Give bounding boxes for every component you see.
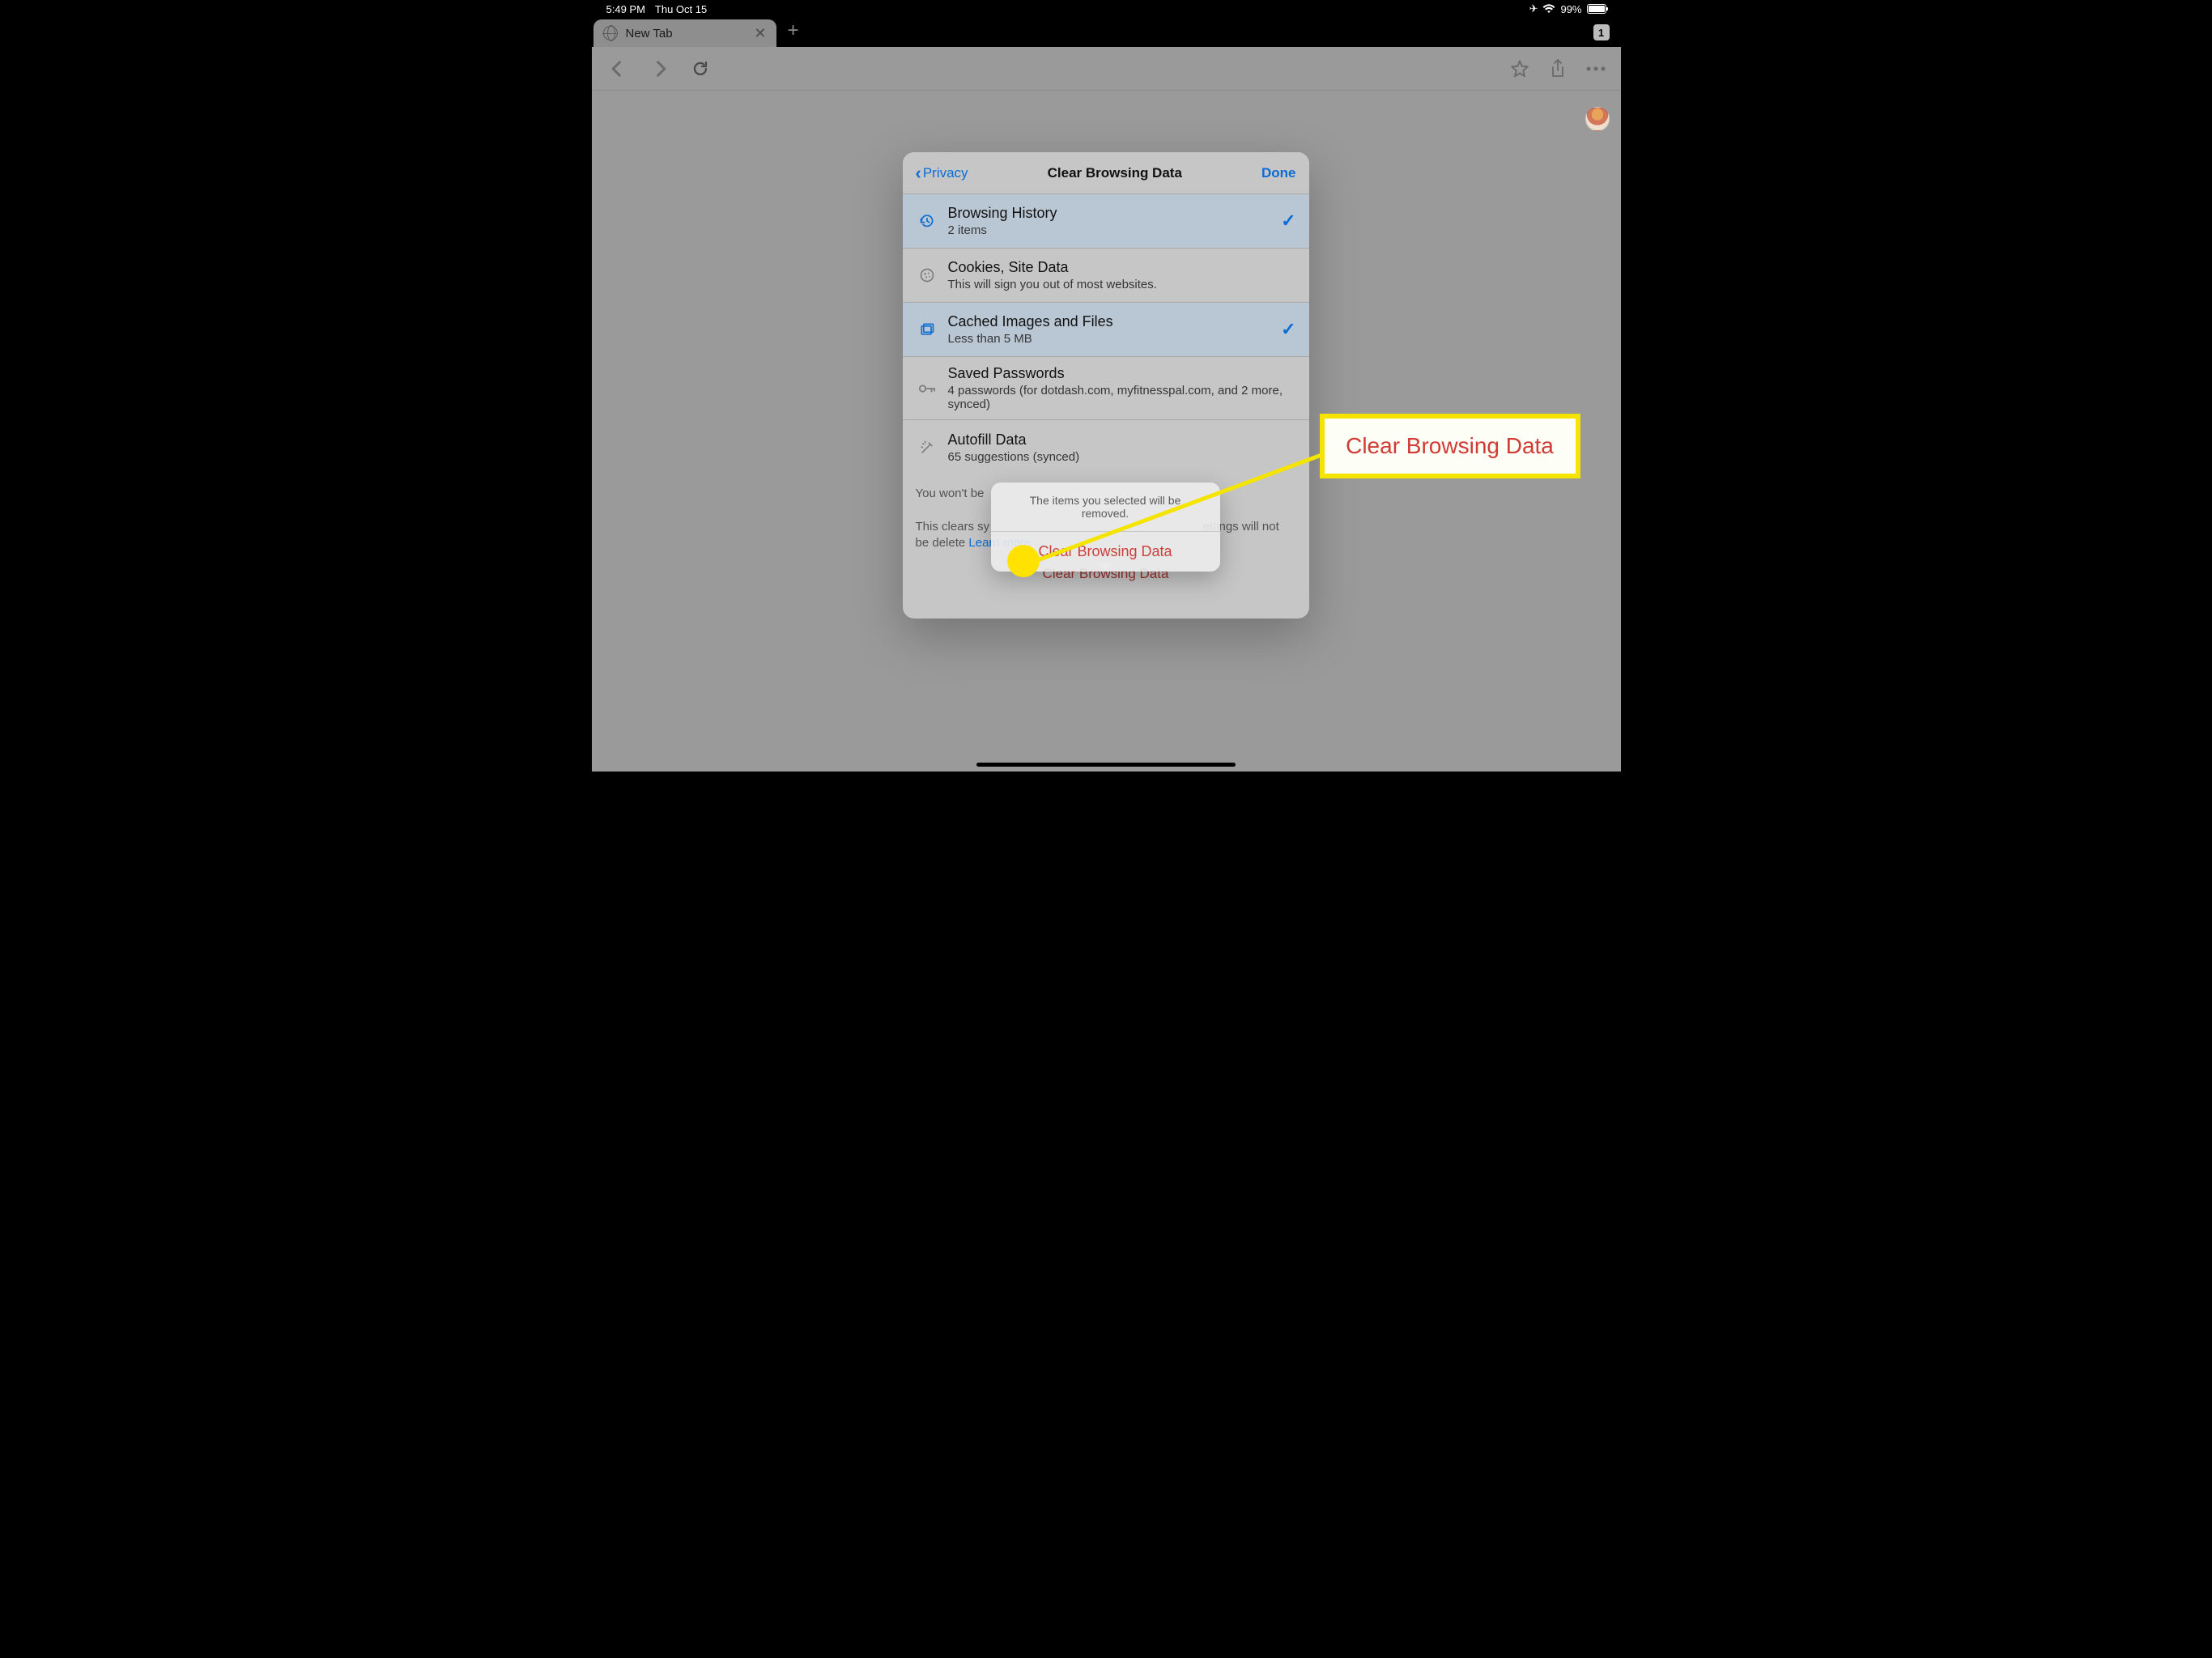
home-indicator[interactable] [976,763,1236,767]
back-to-privacy-button[interactable]: ‹ Privacy [916,164,968,182]
option-title: Saved Passwords [948,365,1296,382]
option-subtitle: This will sign you out of most websites. [948,278,1296,291]
key-icon [916,383,938,394]
wand-icon [916,440,938,456]
footer-line2a: This clears sy [916,520,990,534]
option-subtitle: 65 suggestions (synced) [948,450,1296,464]
option-title: Autofill Data [948,432,1296,449]
option-subtitle: Less than 5 MB [948,332,1282,346]
sheet-title: Clear Browsing Data [1048,165,1182,181]
option-text: Browsing History 2 items [948,205,1282,237]
option-text: Saved Passwords 4 passwords (for dotdash… [948,365,1296,411]
option-browsing-history[interactable]: Browsing History 2 items ✓ [903,194,1309,249]
screen: 5:49 PM Thu Oct 15 ✈ 99% New Tab ✕ + 1 [592,0,1621,772]
option-subtitle: 4 passwords (for dotdash.com, myfitnessp… [948,384,1296,411]
done-button[interactable]: Done [1261,165,1296,181]
sheet-header: ‹ Privacy Clear Browsing Data Done [903,152,1309,194]
option-title: Cookies, Site Data [948,259,1296,276]
images-icon [916,321,938,338]
back-label: Privacy [923,165,968,181]
annotation-text: Clear Browsing Data [1346,433,1554,459]
cookie-icon [916,267,938,283]
option-subtitle: 2 items [948,223,1282,237]
chevron-left-icon: ‹ [916,164,921,182]
annotation-callout: Clear Browsing Data [1320,414,1580,478]
option-text: Cookies, Site Data This will sign you ou… [948,259,1296,291]
option-saved-passwords[interactable]: Saved Passwords 4 passwords (for dotdash… [903,357,1309,420]
option-title: Browsing History [948,205,1282,222]
option-text: Cached Images and Files Less than 5 MB [948,313,1282,346]
option-cookies[interactable]: Cookies, Site Data This will sign you ou… [903,249,1309,303]
history-icon [916,213,938,229]
option-title: Cached Images and Files [948,313,1282,330]
checkmark-icon: ✓ [1281,210,1295,232]
option-cached-images[interactable]: Cached Images and Files Less than 5 MB ✓ [903,303,1309,357]
annotation-dot [1007,545,1040,577]
option-text: Autofill Data 65 suggestions (synced) [948,432,1296,464]
checkmark-icon: ✓ [1281,319,1295,340]
option-autofill[interactable]: Autofill Data 65 suggestions (synced) [903,420,1309,474]
popover-message: The items you selected will be removed. [991,483,1220,532]
